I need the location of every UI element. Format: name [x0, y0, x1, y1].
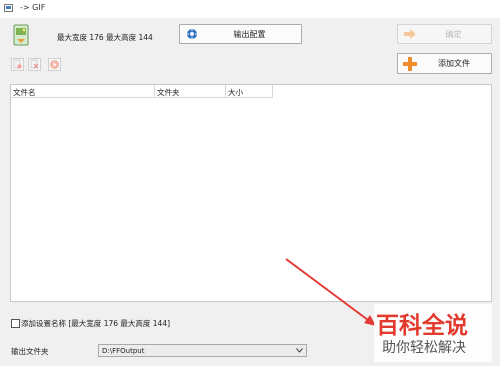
arrow-right-icon	[404, 29, 416, 39]
add-setting-name-label: 添加设置名称 [最大宽度 176 最大高度 144]	[21, 319, 171, 328]
column-header-size[interactable]: 大小	[226, 85, 273, 98]
remove-file-icon	[13, 59, 22, 69]
watermark-subtitle: 助你轻松解决	[382, 340, 466, 356]
output-config-button[interactable]: 输出配置	[179, 24, 302, 44]
ok-label: 确定	[445, 29, 462, 39]
output-folder-value: D:\FFOutput	[102, 347, 145, 355]
remove-file-button[interactable]	[11, 58, 24, 71]
plus-icon	[403, 56, 417, 71]
max-height-label: 最大高度	[106, 33, 137, 42]
ok-button[interactable]: 确定	[397, 24, 492, 44]
output-folder-select[interactable]: D:\FFOutput	[98, 344, 307, 357]
clear-list-button[interactable]	[28, 58, 41, 71]
watermark-title: 百科全说	[376, 313, 468, 339]
play-button[interactable]	[48, 58, 61, 71]
column-header-filename[interactable]: 文件名	[11, 85, 155, 98]
max-height-value: 144	[138, 33, 153, 42]
gif-format-icon	[13, 24, 29, 46]
add-file-button[interactable]: 添加文件	[397, 53, 492, 74]
settings-icon	[187, 29, 197, 39]
title-bar: -> GIF	[0, 0, 500, 18]
max-width-value: 176	[89, 33, 104, 42]
window-title: -> GIF	[20, 3, 46, 12]
add-setting-name-checkbox[interactable]	[11, 319, 20, 328]
size-info: 最大宽度 176 最大高度 144	[57, 32, 153, 43]
annotation-arrow	[285, 258, 376, 326]
play-icon	[50, 60, 59, 69]
watermark: 百科全说 助你轻松解决	[374, 304, 492, 362]
column-header-folder[interactable]: 文件夹	[155, 85, 226, 98]
max-width-label: 最大宽度	[57, 33, 87, 42]
output-config-label: 输出配置	[233, 29, 266, 39]
file-list[interactable]: 文件名 文件夹 大小	[10, 84, 492, 302]
output-folder-label: 输出文件夹	[11, 347, 49, 356]
clear-list-icon	[30, 59, 39, 69]
add-file-label: 添加文件	[438, 59, 470, 68]
app-icon	[4, 4, 13, 12]
chevron-down-icon	[296, 348, 303, 353]
